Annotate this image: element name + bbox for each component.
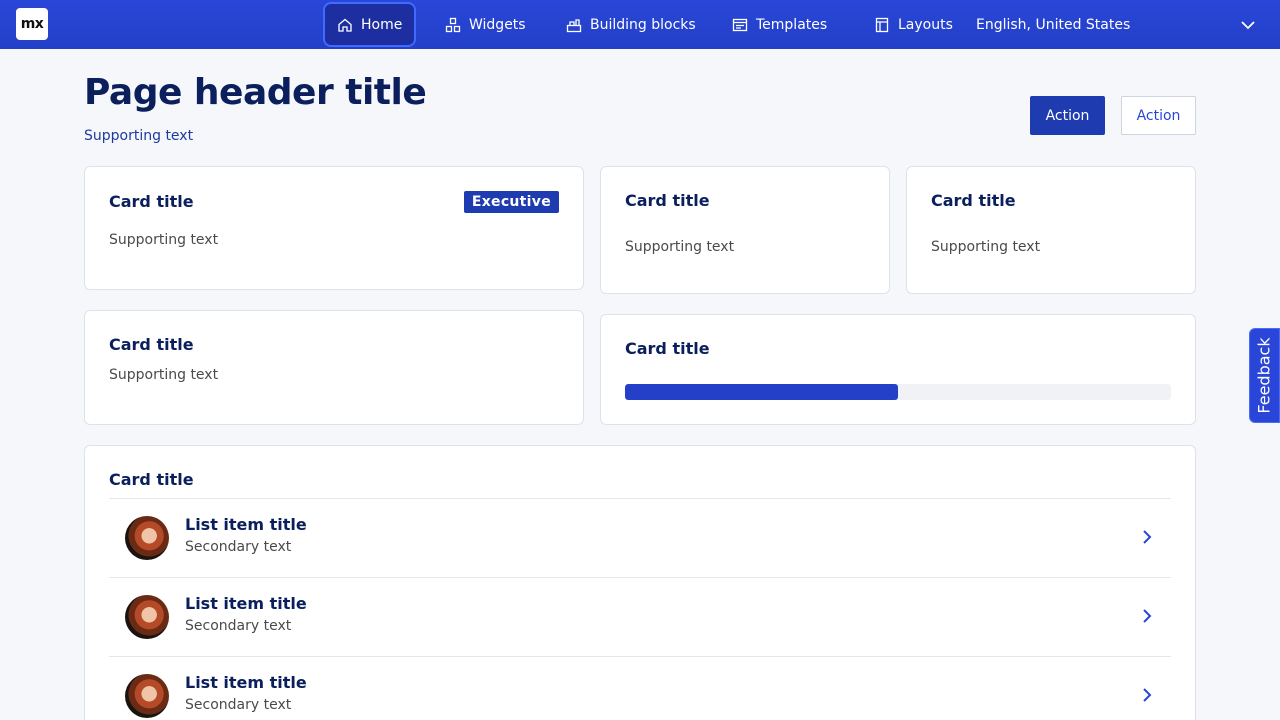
card-supporting-text: Supporting text [931, 239, 1041, 255]
chevron-right-icon[interactable] [1137, 527, 1157, 547]
progress-bar [625, 384, 1171, 400]
top-navigation-bar: mx Home Widgets Building blocks Template… [0, 0, 1280, 49]
nav-item-widgets[interactable]: Widgets [433, 4, 538, 45]
app-logo[interactable]: mx [16, 8, 48, 40]
home-icon [338, 18, 352, 32]
card-title: Card title [109, 470, 194, 489]
avatar [125, 595, 169, 639]
primary-action-button[interactable]: Action [1030, 96, 1105, 135]
list-item[interactable]: List item title Secondary text [109, 577, 1171, 656]
card-supporting-text: Supporting text [109, 367, 219, 383]
nav-item-label: Layouts [898, 16, 953, 33]
nav-item-layouts[interactable]: Layouts [862, 4, 965, 45]
widgets-icon [445, 17, 461, 32]
avatar [125, 674, 169, 718]
chevron-down-icon[interactable] [1238, 15, 1258, 35]
card-supporting-text: Supporting text [109, 232, 219, 248]
nav-item-home[interactable]: Home [325, 4, 415, 45]
avatar [125, 516, 169, 560]
card-progress: Card title [600, 314, 1196, 425]
language-selector[interactable]: English, United States [976, 0, 1130, 49]
card-title: Card title [625, 191, 710, 210]
list-item-title: List item title [185, 594, 307, 613]
progress-bar-fill [625, 384, 898, 400]
card-title: Card title [109, 335, 194, 354]
list-item[interactable]: List item title Secondary text [109, 656, 1171, 720]
chevron-right-icon[interactable] [1137, 685, 1157, 705]
card-supporting-text: Supporting text [625, 239, 735, 255]
secondary-action-button[interactable]: Action [1121, 96, 1196, 135]
list-item[interactable]: List item title Secondary text [109, 498, 1171, 577]
card-title: Card title [931, 191, 1016, 210]
card-title: Card title [109, 192, 194, 211]
layouts-icon [875, 17, 889, 32]
list-item-secondary-text: Secondary text [185, 697, 292, 713]
page-supporting-text: Supporting text [84, 128, 194, 144]
list-item-title: List item title [185, 673, 307, 692]
card: Card title Supporting text [84, 310, 584, 425]
nav-item-building-blocks[interactable]: Building blocks [554, 4, 708, 45]
card-executive: Card title Executive Supporting text [84, 166, 584, 290]
chevron-right-icon[interactable] [1137, 606, 1157, 626]
nav-item-label: Home [361, 16, 403, 33]
executive-badge: Executive [463, 191, 559, 213]
feedback-tab[interactable]: Feedback [1249, 328, 1280, 423]
card: Card title Supporting text [906, 166, 1196, 294]
language-label: English, United States [976, 16, 1131, 33]
card: Card title Supporting text [600, 166, 890, 294]
page-title: Page header title [84, 72, 427, 113]
list-item-secondary-text: Secondary text [185, 539, 292, 555]
card-title: Card title [625, 339, 710, 358]
building-blocks-icon [566, 18, 582, 32]
list-item-secondary-text: Secondary text [185, 618, 292, 634]
templates-icon [732, 18, 748, 31]
list: List item title Secondary text List item… [109, 498, 1171, 720]
nav-item-label: Building blocks [590, 16, 696, 33]
nav-item-label: Templates [756, 16, 828, 33]
feedback-label: Feedback [1255, 337, 1275, 414]
nav-item-templates[interactable]: Templates [720, 4, 839, 45]
card-list: Card title List item title Secondary tex… [84, 445, 1196, 720]
nav-item-label: Widgets [469, 16, 526, 33]
list-item-title: List item title [185, 515, 307, 534]
